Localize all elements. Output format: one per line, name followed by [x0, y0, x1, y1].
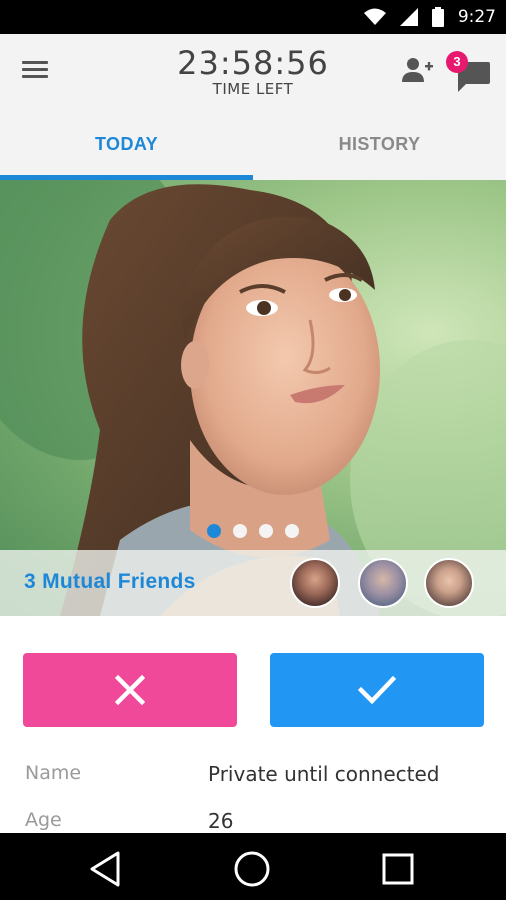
mutual-friend-avatar[interactable]	[358, 558, 408, 608]
status-icons: 9:27	[363, 0, 496, 34]
tab-history-label: HISTORY	[338, 134, 421, 154]
app-bar: 23:58:56 TIME LEFT 3 TODAY HISTORY	[0, 34, 506, 180]
profile-row-name: Name Private until connected	[0, 762, 506, 802]
profile-label: Age	[25, 809, 62, 831]
tab-bar: TODAY HISTORY	[0, 124, 506, 180]
reject-button[interactable]	[23, 653, 237, 727]
tab-today-label: TODAY	[94, 134, 159, 154]
timer-label: TIME LEFT	[212, 80, 294, 98]
status-time: 9:27	[457, 7, 496, 27]
pagination-dot[interactable]	[207, 524, 221, 538]
profile-value: Private until connected	[208, 762, 440, 786]
accept-button[interactable]	[270, 653, 484, 727]
back-button[interactable]	[86, 849, 126, 889]
pagination-dot[interactable]	[285, 524, 299, 538]
profile-photo[interactable]: 3 Mutual Friends	[0, 180, 506, 616]
mutual-friends-label: 3 Mutual Friends	[24, 570, 196, 593]
back-icon	[90, 851, 120, 887]
profile-value: 26	[208, 809, 234, 833]
home-icon	[234, 851, 270, 887]
battery-icon	[431, 7, 444, 27]
pagination-dot[interactable]	[233, 524, 247, 538]
mutual-friend-avatar[interactable]	[424, 558, 474, 608]
recents-icon	[382, 853, 414, 885]
check-icon	[358, 675, 396, 705]
status-bar: 9:27	[0, 0, 506, 34]
pagination-dot[interactable]	[259, 524, 273, 538]
mutual-friends-bar[interactable]: 3 Mutual Friends	[0, 550, 506, 616]
chat-badge: 3	[446, 51, 468, 73]
wifi-icon	[363, 8, 386, 25]
add-user-icon	[402, 58, 433, 82]
add-user-button[interactable]	[402, 56, 434, 84]
profile-label: Name	[25, 762, 82, 784]
recents-button[interactable]	[378, 849, 418, 889]
home-button[interactable]	[232, 849, 272, 889]
tab-today[interactable]: TODAY	[0, 124, 253, 180]
signal-icon	[399, 8, 418, 26]
mutual-friend-avatar[interactable]	[290, 558, 340, 608]
navigation-bar	[0, 833, 506, 900]
tab-history[interactable]: HISTORY	[253, 124, 506, 180]
chat-button[interactable]: 3	[446, 51, 492, 92]
close-icon	[115, 675, 145, 705]
photo-pagination	[0, 524, 506, 538]
